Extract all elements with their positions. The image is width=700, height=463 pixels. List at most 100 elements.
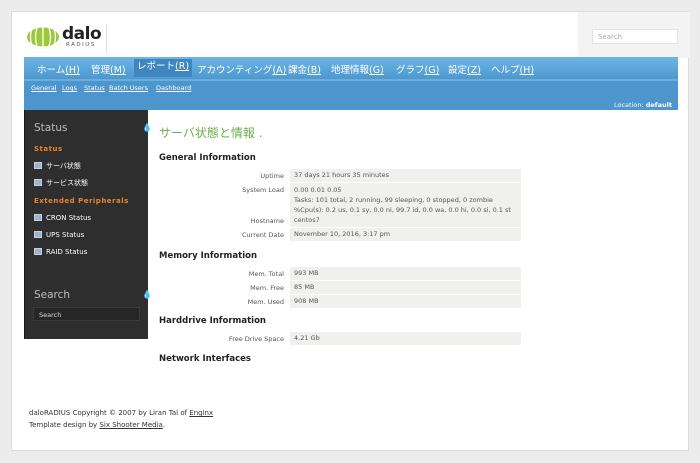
- sidebar-item-service-status[interactable]: サービス状態: [34, 178, 88, 188]
- server-icon: [34, 214, 42, 221]
- hostname-label: Hostname: [250, 217, 284, 225]
- load-average: 0.00 0.01 0.05: [294, 186, 342, 194]
- location-info: Location: default Welcome, administrator…: [566, 101, 672, 117]
- mem-free-label: Mem. Free: [250, 284, 284, 292]
- subnav-status[interactable]: Status: [84, 84, 105, 92]
- server-icon: [34, 248, 42, 255]
- current-date-text: November 10, 2016, 3:17 pm: [294, 230, 391, 238]
- nav-item-label: 設定: [448, 65, 468, 76]
- subnav-logs[interactable]: Logs: [62, 84, 77, 92]
- nav-item-config[interactable]: 設定(Z): [448, 62, 481, 76]
- header: dalo RADIUS Search: [12, 12, 690, 58]
- sidebar-item-label: サービス状態: [46, 179, 88, 187]
- logout-link[interactable]: [logout]: [646, 109, 672, 117]
- header-search-input[interactable]: Search: [592, 29, 678, 44]
- network-interfaces-heading: Network Interfaces: [159, 354, 251, 364]
- nav-item-label: レポート: [137, 61, 176, 72]
- nav-item-key: (Z): [467, 65, 481, 76]
- nav-item-key: (G): [424, 65, 440, 76]
- hostname-value: centos7: [290, 214, 521, 227]
- sidebar-item-raid-status[interactable]: RAID Status: [34, 248, 87, 256]
- sidebar-item-ups-status[interactable]: UPS Status: [34, 231, 84, 239]
- nav-item-key: (G): [369, 65, 384, 76]
- load-tasks: Tasks: 101 total, 2 running, 99 sleeping…: [294, 196, 493, 204]
- footer-enginx-link[interactable]: Enginx: [189, 409, 213, 417]
- nav-item-key: (M): [110, 65, 126, 76]
- footer-copyright-text: daloRADIUS Copyright © 2007 by Liran Tal…: [29, 409, 190, 417]
- subnav-general[interactable]: General: [31, 84, 57, 92]
- location-line: Location: default: [566, 101, 672, 109]
- nav-item-reports[interactable]: レポート(R): [134, 59, 193, 77]
- nav-item-management[interactable]: 管理(M): [91, 62, 126, 76]
- subnav-batch-users[interactable]: Batch Users: [109, 84, 148, 92]
- sidebar-item-server-status[interactable]: サーバ状態: [34, 161, 81, 171]
- drop-icon: 💧: [142, 290, 152, 299]
- logo[interactable]: dalo RADIUS: [26, 24, 108, 50]
- nav-menu-bar: ホーム(H) 管理(M) レポート(R) アカウンティング(A) 課金(B) 地…: [24, 57, 678, 79]
- nav-item-label: ホーム: [37, 65, 66, 76]
- sidebar-section-extended: Extended Peripherals: [34, 197, 129, 205]
- footer-copyright: daloRADIUS Copyright © 2007 by Liran Tal…: [29, 407, 213, 419]
- nav-item-label: ヘルプ: [491, 65, 520, 76]
- server-icon: [34, 179, 42, 186]
- sidebar-search-input[interactable]: Search: [33, 307, 140, 321]
- sidebar-item-label: サーバ状態: [46, 162, 81, 170]
- nav-item-billing[interactable]: 課金(B): [288, 62, 321, 76]
- footer-template: Template design by Six Shooter Media.: [29, 419, 213, 431]
- nav-item-accounting[interactable]: アカウンティング(A): [197, 62, 286, 76]
- harddrive-info-heading: Harddrive Information: [159, 316, 266, 326]
- welcome-text: Welcome, administrator: [566, 109, 645, 117]
- sidebar-section-status: Status: [34, 145, 63, 153]
- mem-free-value: 85 MB: [290, 281, 521, 294]
- nav-item-label: 管理: [91, 65, 111, 76]
- page-container: dalo RADIUS Search ホーム(H) 管理(M) レポート(R) …: [11, 11, 690, 451]
- sidebar-item-cron-status[interactable]: CRON Status: [34, 214, 91, 222]
- sidebar-status-title: Status: [34, 122, 68, 134]
- nav-item-label: アカウンティング: [197, 65, 273, 76]
- server-icon: [34, 162, 42, 169]
- uptime-label: Uptime: [260, 172, 284, 180]
- sidebar-item-label: CRON Status: [46, 214, 92, 222]
- footer: daloRADIUS Copyright © 2007 by Liran Tal…: [29, 407, 213, 431]
- free-drive-value: 4.21 Gb: [290, 332, 521, 345]
- location-label: Location:: [613, 101, 644, 109]
- nav-item-label: グラフ: [396, 65, 425, 76]
- sidebar-item-label: UPS Status: [46, 231, 85, 239]
- free-drive-text: 4.21 Gb: [294, 334, 320, 342]
- sub-navigation: General Logs Status Batch Users Dashboar…: [24, 81, 678, 117]
- sidebar: Status 💧 Status サーバ状態 サービス状態 Extended Pe…: [24, 110, 152, 339]
- mem-used-label: Mem. Used: [247, 298, 284, 306]
- uptime-text: 37 days 21 hours 35 minutes: [294, 171, 390, 179]
- page-title: サーバ状態と情報 .: [159, 126, 263, 140]
- nav-item-gis[interactable]: 地理情報(G): [331, 62, 384, 76]
- free-drive-label: Free Drive Space: [228, 335, 284, 343]
- footer-designer-link[interactable]: Six Shooter Media: [99, 421, 162, 429]
- nav-item-key: (A): [272, 65, 287, 76]
- general-info-heading: General Information: [159, 153, 256, 163]
- logo-subtext: RADIUS: [66, 42, 96, 48]
- mem-total-value: 993 MB: [290, 267, 521, 280]
- subnav-dashboard[interactable]: Dashboard: [156, 84, 191, 92]
- nav-item-help[interactable]: ヘルプ(H): [491, 62, 534, 76]
- nav-item-home[interactable]: ホーム(H): [37, 62, 80, 76]
- logo-text: dalo: [62, 24, 102, 44]
- system-load-label: System Load: [242, 186, 284, 194]
- mem-free-text: 85 MB: [294, 283, 315, 291]
- mem-total-text: 993 MB: [294, 269, 319, 277]
- location-value: default: [645, 101, 672, 109]
- nav-item-key: (H): [519, 65, 535, 76]
- main-navigation: ホーム(H) 管理(M) レポート(R) アカウンティング(A) 課金(B) 地…: [24, 57, 678, 117]
- drop-icon: 💧: [142, 123, 152, 132]
- mem-used-text: 908 MB: [294, 297, 319, 305]
- uptime-value: 37 days 21 hours 35 minutes: [290, 169, 521, 182]
- mem-used-value: 908 MB: [290, 295, 521, 308]
- sidebar-search-title: Search: [34, 289, 71, 301]
- logo-divider: [106, 24, 107, 54]
- nav-item-graphs[interactable]: グラフ(G): [396, 62, 439, 76]
- current-date-value: November 10, 2016, 3:17 pm: [290, 228, 521, 241]
- hostname-text: centos7: [294, 216, 320, 224]
- server-icon: [34, 231, 42, 238]
- welcome-line: Welcome, administrator [logout]: [566, 109, 672, 117]
- nav-item-label: 課金: [288, 65, 308, 76]
- nav-item-label: 地理情報: [331, 65, 370, 76]
